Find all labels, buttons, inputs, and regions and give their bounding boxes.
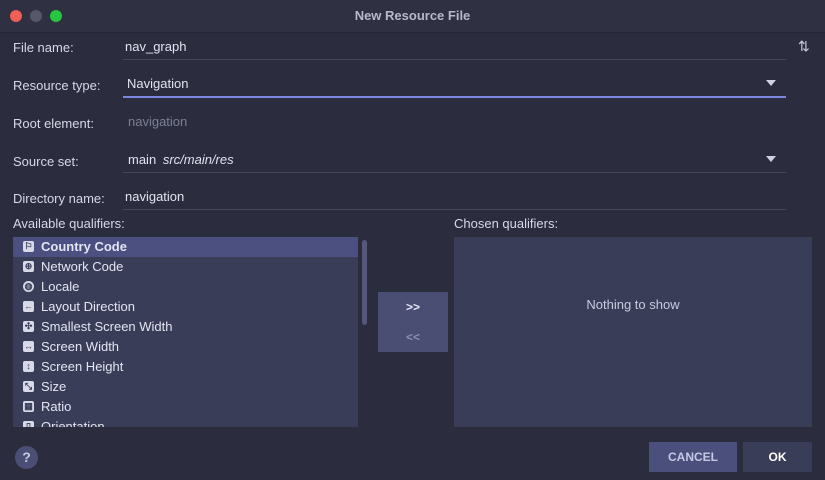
title-bar: New Resource File <box>0 0 825 33</box>
add-qualifier-button[interactable]: >> <box>378 292 448 322</box>
resource-type-label: Resource type: <box>13 78 101 93</box>
orientation-icon: ▯ <box>23 421 34 427</box>
file-name-input[interactable]: nav_graph <box>123 37 786 60</box>
source-set-select[interactable]: main src/main/res <box>123 150 786 173</box>
available-qualifiers-label: Available qualifiers: <box>13 216 125 231</box>
smallest-width-icon: ✣ <box>23 321 34 332</box>
window-title: New Resource File <box>354 8 471 23</box>
root-element-label: Root element: <box>13 116 94 131</box>
list-item[interactable]: ▦ Ratio <box>13 397 358 417</box>
globe-icon: ◍ <box>23 281 34 292</box>
help-button[interactable]: ? <box>15 446 38 469</box>
sort-icon[interactable]: ⇅ <box>798 38 810 55</box>
resource-type-value: Navigation <box>127 76 189 91</box>
resource-type-select[interactable]: Navigation <box>123 74 786 98</box>
list-scrollbar[interactable] <box>362 240 367 325</box>
directory-name-label: Directory name: <box>13 191 105 206</box>
ok-button[interactable]: OK <box>743 442 812 472</box>
list-item[interactable]: ✣ Smallest Screen Width <box>13 317 358 337</box>
screen-height-icon: ↕ <box>23 361 34 372</box>
empty-state-text: Nothing to show <box>586 297 680 312</box>
list-item[interactable]: ← Layout Direction <box>13 297 358 317</box>
list-item[interactable]: ⊕ Network Code <box>13 257 358 277</box>
list-item[interactable]: ↕ Screen Height <box>13 357 358 377</box>
root-element-value: navigation <box>128 114 188 129</box>
move-buttons: >> << <box>378 292 448 352</box>
list-item[interactable]: ▯ Orientation <box>13 417 358 427</box>
file-name-label: File name: <box>13 40 74 55</box>
chevron-down-icon <box>766 80 776 86</box>
remove-qualifier-button[interactable]: << <box>378 322 448 352</box>
list-item[interactable]: ◍ Locale <box>13 277 358 297</box>
layout-direction-icon: ← <box>23 301 34 312</box>
ratio-icon: ▦ <box>23 401 34 412</box>
source-set-label: Source set: <box>13 154 79 169</box>
network-code-icon: ⊕ <box>23 261 34 272</box>
chosen-qualifiers-label: Chosen qualifiers: <box>454 216 559 231</box>
list-item[interactable]: ↔ Screen Width <box>13 337 358 357</box>
chosen-qualifiers-list[interactable]: Nothing to show <box>454 237 812 427</box>
country-code-icon: ⚐ <box>23 241 34 252</box>
file-name-value: nav_graph <box>125 39 187 54</box>
list-item[interactable]: ⚐ Country Code <box>13 237 358 257</box>
list-item[interactable]: ⤡ Size <box>13 377 358 397</box>
available-qualifiers-list[interactable]: ⚐ Country Code ⊕ Network Code ◍ Locale ← Lay… <box>13 237 358 427</box>
directory-name-value: navigation <box>125 189 185 204</box>
chevron-down-icon <box>766 156 776 162</box>
cancel-button[interactable]: CANCEL <box>649 442 737 472</box>
source-set-path: src/main/res <box>162 152 234 167</box>
root-element-field: navigation <box>123 112 786 134</box>
screen-width-icon: ↔ <box>23 341 34 352</box>
size-icon: ⤡ <box>23 381 34 392</box>
source-set-value: main <box>128 152 157 167</box>
directory-name-input[interactable]: navigation <box>123 187 786 210</box>
